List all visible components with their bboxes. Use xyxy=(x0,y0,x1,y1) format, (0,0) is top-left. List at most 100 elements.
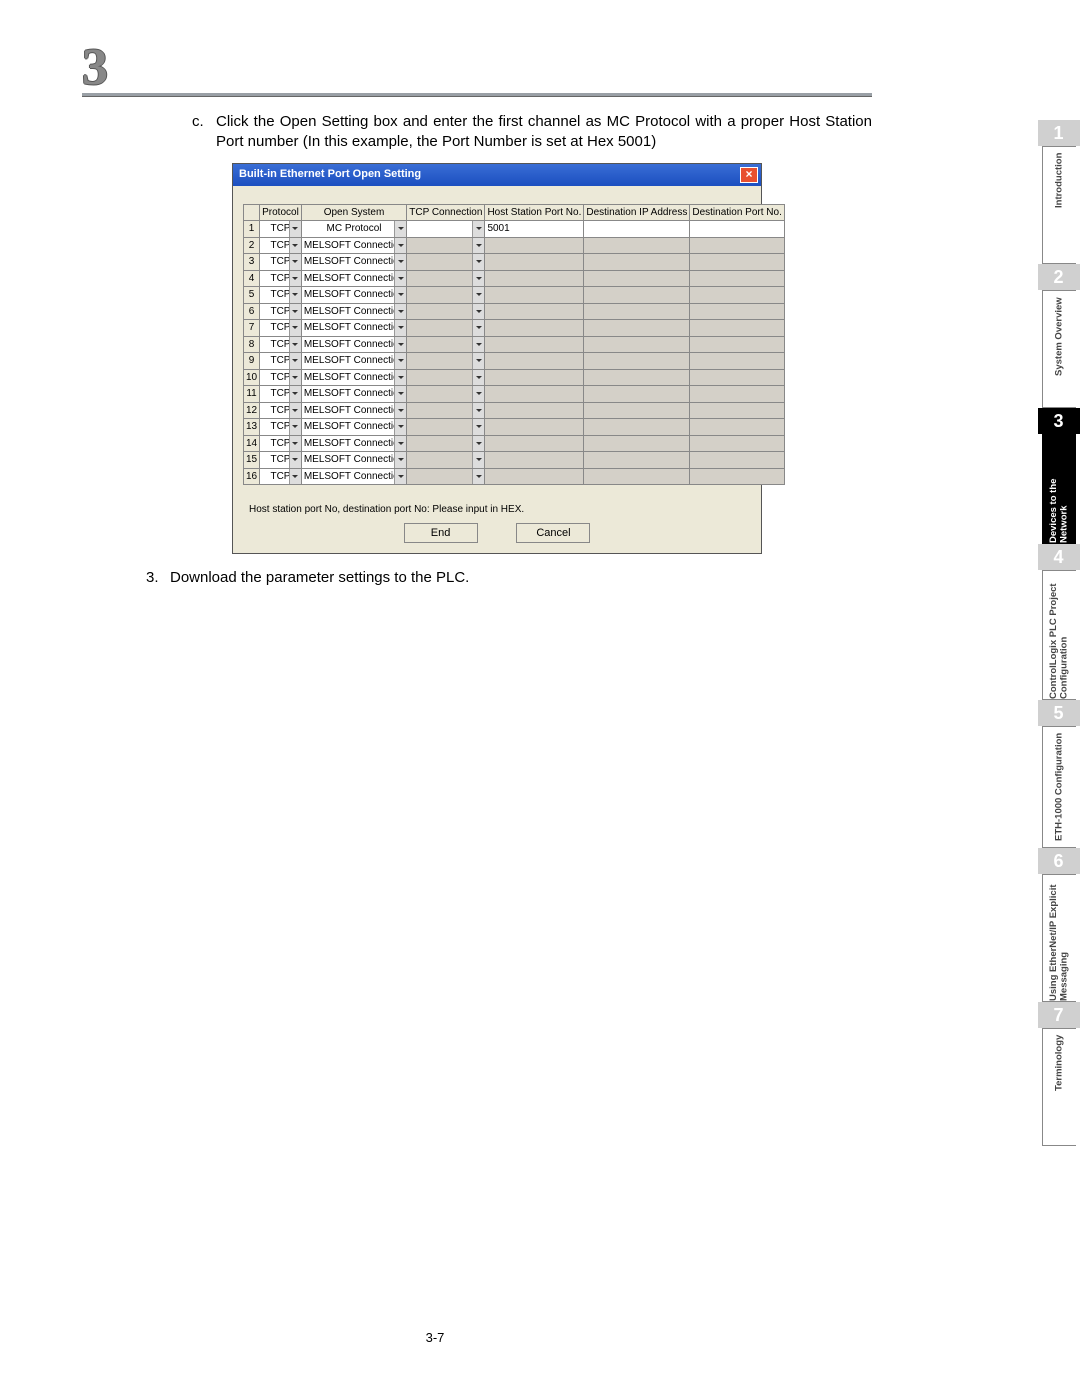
dest-ip-cell[interactable] xyxy=(584,419,690,436)
side-tab-4[interactable]: 4 xyxy=(1038,544,1080,570)
chevron-down-icon[interactable] xyxy=(394,304,406,320)
tcp-connection-cell[interactable] xyxy=(407,254,485,271)
dest-ip-cell[interactable] xyxy=(584,270,690,287)
tcp-connection-cell[interactable] xyxy=(407,468,485,485)
chevron-down-icon[interactable] xyxy=(472,403,484,419)
chevron-down-icon[interactable] xyxy=(289,436,301,452)
protocol-cell[interactable]: TCP xyxy=(260,435,302,452)
chevron-down-icon[interactable] xyxy=(472,386,484,402)
dest-ip-cell[interactable] xyxy=(584,320,690,337)
tcp-connection-cell[interactable] xyxy=(407,221,485,238)
open-system-cell[interactable]: MELSOFT Connection xyxy=(301,287,406,304)
dest-ip-cell[interactable] xyxy=(584,369,690,386)
chevron-down-icon[interactable] xyxy=(472,370,484,386)
dest-ip-cell[interactable] xyxy=(584,402,690,419)
chevron-down-icon[interactable] xyxy=(289,403,301,419)
side-tab-6[interactable]: 6 xyxy=(1038,848,1080,874)
tcp-connection-cell[interactable] xyxy=(407,353,485,370)
cancel-button[interactable]: Cancel xyxy=(516,523,590,543)
protocol-cell[interactable]: TCP xyxy=(260,369,302,386)
dest-port-cell[interactable] xyxy=(690,452,785,469)
open-system-cell[interactable]: MELSOFT Connection xyxy=(301,452,406,469)
tcp-connection-cell[interactable] xyxy=(407,237,485,254)
open-system-cell[interactable]: MELSOFT Connection xyxy=(301,386,406,403)
dest-port-cell[interactable] xyxy=(690,435,785,452)
chevron-down-icon[interactable] xyxy=(394,221,406,237)
chevron-down-icon[interactable] xyxy=(394,238,406,254)
open-system-cell[interactable]: MELSOFT Connection xyxy=(301,353,406,370)
dest-port-cell[interactable] xyxy=(690,270,785,287)
host-port-cell[interactable] xyxy=(485,419,584,436)
tcp-connection-cell[interactable] xyxy=(407,320,485,337)
dest-ip-cell[interactable] xyxy=(584,287,690,304)
chevron-down-icon[interactable] xyxy=(472,436,484,452)
chevron-down-icon[interactable] xyxy=(472,469,484,485)
chevron-down-icon[interactable] xyxy=(394,287,406,303)
dest-ip-cell[interactable] xyxy=(584,336,690,353)
dest-port-cell[interactable] xyxy=(690,303,785,320)
protocol-cell[interactable]: TCP xyxy=(260,386,302,403)
tcp-connection-cell[interactable] xyxy=(407,452,485,469)
dest-port-cell[interactable] xyxy=(690,336,785,353)
close-icon[interactable]: × xyxy=(740,167,758,183)
dest-port-cell[interactable] xyxy=(690,320,785,337)
dest-port-cell[interactable] xyxy=(690,468,785,485)
host-port-cell[interactable] xyxy=(485,270,584,287)
side-tab-label-7[interactable]: Terminology xyxy=(1042,1028,1076,1146)
chevron-down-icon[interactable] xyxy=(472,238,484,254)
dest-port-cell[interactable] xyxy=(690,237,785,254)
chevron-down-icon[interactable] xyxy=(289,221,301,237)
dest-port-cell[interactable] xyxy=(690,369,785,386)
protocol-cell[interactable]: TCP xyxy=(260,287,302,304)
dest-ip-cell[interactable] xyxy=(584,435,690,452)
host-port-cell[interactable] xyxy=(485,468,584,485)
protocol-cell[interactable]: TCP xyxy=(260,221,302,238)
side-tab-5[interactable]: 5 xyxy=(1038,700,1080,726)
dest-ip-cell[interactable] xyxy=(584,353,690,370)
dest-port-cell[interactable] xyxy=(690,402,785,419)
dest-port-cell[interactable] xyxy=(690,287,785,304)
side-tab-label-2[interactable]: System Overview xyxy=(1042,290,1076,408)
chevron-down-icon[interactable] xyxy=(289,469,301,485)
tcp-connection-cell[interactable] xyxy=(407,336,485,353)
dest-port-cell[interactable] xyxy=(690,386,785,403)
chevron-down-icon[interactable] xyxy=(472,221,484,237)
host-port-cell[interactable] xyxy=(485,353,584,370)
dest-port-cell[interactable] xyxy=(690,419,785,436)
dest-port-cell[interactable] xyxy=(690,353,785,370)
side-tab-label-4[interactable]: ControlLogix PLC Project Configuration xyxy=(1042,570,1076,700)
host-port-cell[interactable] xyxy=(485,320,584,337)
chevron-down-icon[interactable] xyxy=(394,337,406,353)
dest-ip-cell[interactable] xyxy=(584,254,690,271)
host-port-cell[interactable] xyxy=(485,287,584,304)
chevron-down-icon[interactable] xyxy=(289,238,301,254)
dest-ip-cell[interactable] xyxy=(584,237,690,254)
chevron-down-icon[interactable] xyxy=(472,452,484,468)
open-system-cell[interactable]: MELSOFT Connection xyxy=(301,419,406,436)
protocol-cell[interactable]: TCP xyxy=(260,320,302,337)
chevron-down-icon[interactable] xyxy=(289,254,301,270)
chevron-down-icon[interactable] xyxy=(472,320,484,336)
host-port-cell[interactable] xyxy=(485,402,584,419)
chevron-down-icon[interactable] xyxy=(472,271,484,287)
open-system-cell[interactable]: MC Protocol xyxy=(301,221,406,238)
protocol-cell[interactable]: TCP xyxy=(260,237,302,254)
host-port-cell[interactable] xyxy=(485,336,584,353)
protocol-cell[interactable]: TCP xyxy=(260,303,302,320)
side-tab-2[interactable]: 2 xyxy=(1038,264,1080,290)
host-port-cell[interactable]: 5001 xyxy=(485,221,584,238)
side-tab-3[interactable]: 3 xyxy=(1038,408,1080,434)
side-tab-7[interactable]: 7 xyxy=(1038,1002,1080,1028)
chevron-down-icon[interactable] xyxy=(289,452,301,468)
open-system-cell[interactable]: MELSOFT Connection xyxy=(301,435,406,452)
protocol-cell[interactable]: TCP xyxy=(260,419,302,436)
chevron-down-icon[interactable] xyxy=(289,320,301,336)
dest-port-cell[interactable] xyxy=(690,254,785,271)
chevron-down-icon[interactable] xyxy=(394,320,406,336)
protocol-cell[interactable]: TCP xyxy=(260,452,302,469)
chevron-down-icon[interactable] xyxy=(472,337,484,353)
chevron-down-icon[interactable] xyxy=(394,403,406,419)
open-system-cell[interactable]: MELSOFT Connection xyxy=(301,254,406,271)
chevron-down-icon[interactable] xyxy=(289,353,301,369)
chevron-down-icon[interactable] xyxy=(394,254,406,270)
